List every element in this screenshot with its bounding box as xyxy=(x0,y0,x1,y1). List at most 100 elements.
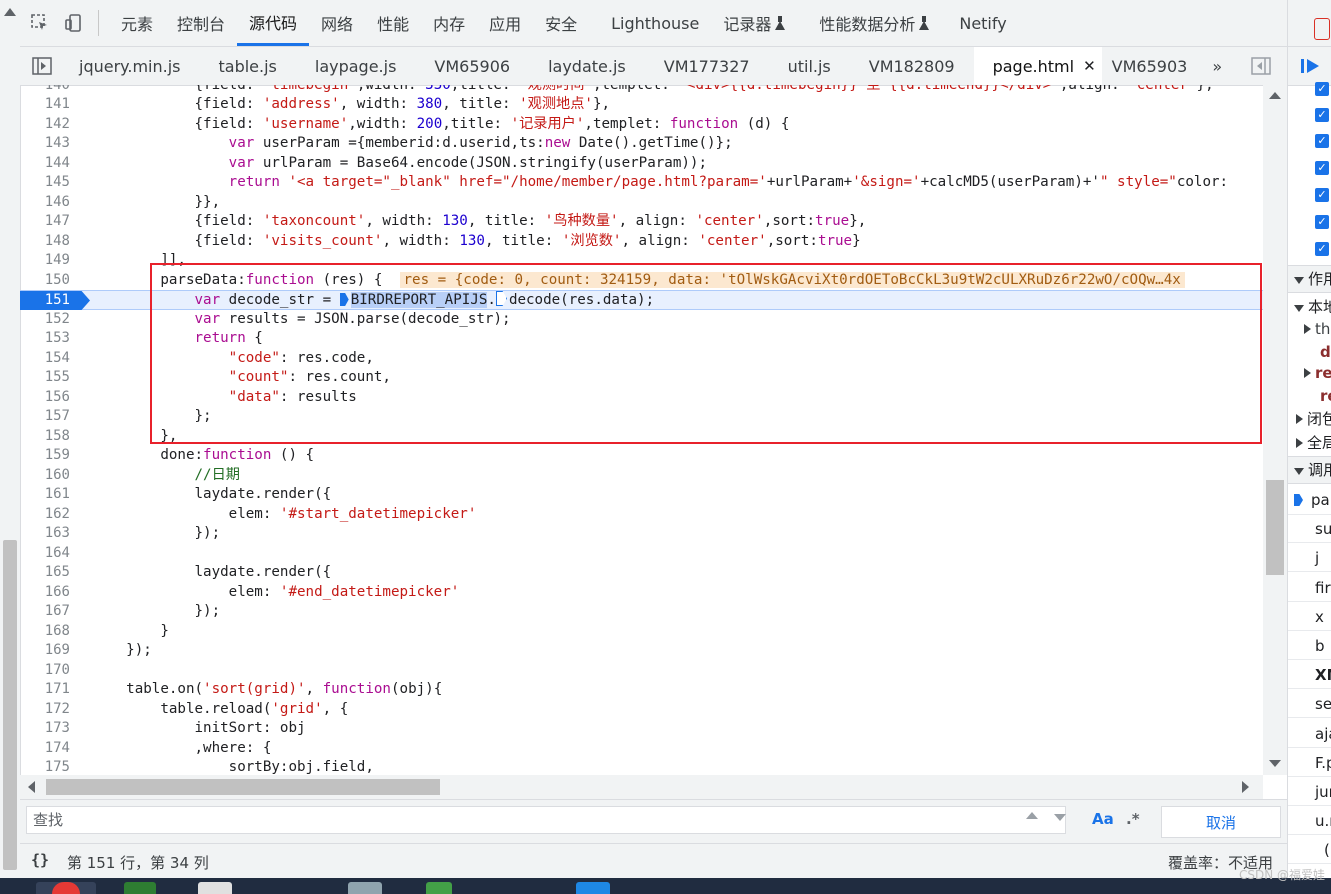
tab-security[interactable]: 安全 xyxy=(533,0,589,46)
callstack-section-header[interactable]: 调用堆栈 xyxy=(1288,456,1331,484)
taskbar-app-icon[interactable] xyxy=(426,882,452,894)
line-number[interactable]: 166 xyxy=(20,583,70,603)
code-line[interactable]: 162 elem: '#start_datetimepicker' xyxy=(20,505,1263,525)
scope-item-results[interactable]: results xyxy=(1320,387,1331,405)
taskbar-app-icon[interactable] xyxy=(124,882,156,894)
line-number[interactable]: 146 xyxy=(20,193,70,213)
scope-global[interactable]: 全局 xyxy=(1288,432,1331,453)
file-tab-vm177327[interactable]: VM177327 xyxy=(645,47,769,85)
code-line[interactable]: 141 {field: 'address', width: 380, title… xyxy=(20,95,1263,115)
tab-sources[interactable]: 源代码 xyxy=(237,0,310,46)
code-line[interactable]: 170 xyxy=(20,661,1263,681)
breakpoint-checkbox[interactable]: ✓ xyxy=(1315,242,1329,256)
tab-application[interactable]: 应用 xyxy=(477,0,533,46)
line-number[interactable]: 154 xyxy=(20,349,70,369)
code-line[interactable]: 169 }); xyxy=(20,641,1263,661)
line-number[interactable]: 141 xyxy=(20,95,70,115)
tab-recorder[interactable]: 记录器 xyxy=(711,0,797,46)
tab-memory[interactable]: 内存 xyxy=(421,0,477,46)
line-number[interactable]: 165 xyxy=(20,563,70,583)
code-line[interactable]: 167 }); xyxy=(20,602,1263,622)
line-number[interactable]: 162 xyxy=(20,505,70,525)
line-number[interactable]: 171 xyxy=(20,680,70,700)
code-line[interactable]: 163 }); xyxy=(20,524,1263,544)
call-stack-frame[interactable]: F.pullData xyxy=(1288,749,1331,777)
line-number[interactable]: 164 xyxy=(20,544,70,564)
line-number[interactable]: 142 xyxy=(20,115,70,135)
scroll-right-icon[interactable] xyxy=(1242,781,1249,793)
editor-horizontal-scrollbar[interactable] xyxy=(20,775,1263,799)
toggle-navigator-icon[interactable] xyxy=(28,52,56,80)
editor-vertical-scrollbar[interactable] xyxy=(1263,85,1287,775)
tab-performance[interactable]: 性能 xyxy=(365,0,421,46)
scroll-thumb[interactable] xyxy=(46,779,440,795)
line-number[interactable]: 157 xyxy=(20,407,70,427)
code-line[interactable]: 147 {field: 'taxoncount', width: 130, ti… xyxy=(20,212,1263,232)
code-line[interactable]: 160 //日期 xyxy=(20,466,1263,486)
scope-closure[interactable]: 闭包 xyxy=(1288,408,1331,429)
call-stack-frame[interactable]: ajax xyxy=(1288,720,1331,748)
call-stack-frame[interactable]: send xyxy=(1288,690,1331,719)
call-stack-frame[interactable]: XMLHttpRequest.send xyxy=(1288,661,1331,690)
code-line[interactable]: 140 {field: 'timebegin',width: 330,title… xyxy=(20,85,1263,95)
line-number[interactable]: 149 xyxy=(20,251,70,271)
call-stack-frame[interactable]: j xyxy=(1288,544,1331,573)
line-number[interactable]: 161 xyxy=(20,485,70,505)
breakpoint-checkbox[interactable]: ✓ xyxy=(1315,161,1329,175)
file-tab-vm65906[interactable]: VM65906 xyxy=(415,47,529,85)
line-number[interactable]: 167 xyxy=(20,602,70,622)
inspect-element-icon[interactable] xyxy=(26,9,54,37)
line-number[interactable]: 148 xyxy=(20,232,70,252)
tab-network[interactable]: 网络 xyxy=(309,0,365,46)
code-line[interactable]: 143 var userParam ={memberid:d.userid,ts… xyxy=(20,134,1263,154)
more-tabs-icon[interactable]: » xyxy=(1206,47,1241,85)
line-number[interactable]: 160 xyxy=(20,466,70,486)
line-number[interactable]: 172 xyxy=(20,700,70,720)
breakpoint-checkbox[interactable]: ✓ xyxy=(1315,108,1329,122)
breakpoint-checkbox[interactable]: ✓ xyxy=(1315,82,1329,96)
file-tab-laypage[interactable]: laypage.js xyxy=(296,47,416,85)
line-number[interactable]: 173 xyxy=(20,719,70,739)
code-line[interactable]: 148 {field: 'visits_count', width: 130, … xyxy=(20,232,1263,252)
breakpoint-checkbox[interactable]: ✓ xyxy=(1315,188,1329,202)
file-tab-jquery[interactable]: jquery.min.js xyxy=(60,47,199,85)
line-number[interactable]: 140 xyxy=(20,85,70,95)
file-tab-util[interactable]: util.js xyxy=(769,47,850,85)
file-tab-table[interactable]: table.js xyxy=(199,47,295,85)
line-number[interactable]: 156 xyxy=(20,388,70,408)
pretty-print-icon[interactable]: {} xyxy=(31,851,49,869)
scroll-down-icon[interactable] xyxy=(1269,760,1281,767)
line-number[interactable]: 153 xyxy=(20,329,70,349)
search-input[interactable] xyxy=(26,806,1066,834)
call-stack-frame[interactable]: fireWith xyxy=(1288,574,1331,602)
code-line[interactable]: 172 table.reload('grid', { xyxy=(20,700,1263,720)
call-stack-frame[interactable]: success xyxy=(1288,515,1331,544)
tab-lighthouse[interactable]: Lighthouse xyxy=(599,0,711,46)
match-case-toggle[interactable]: Aa xyxy=(1092,810,1114,828)
scope-item-res[interactable]: res xyxy=(1302,364,1331,382)
code-line[interactable]: 144 var urlParam = Base64.encode(JSON.st… xyxy=(20,154,1263,174)
line-number[interactable]: 155 xyxy=(20,368,70,388)
line-number[interactable]: 169 xyxy=(20,641,70,661)
taskbar-app-icon[interactable] xyxy=(576,882,610,894)
taskbar-app-icon[interactable] xyxy=(348,882,382,894)
resume-icon[interactable] xyxy=(1300,57,1322,75)
tab-performance-insights[interactable]: 性能数据分析 xyxy=(807,0,941,46)
code-line[interactable]: 171 table.on('sort(grid)', function(obj)… xyxy=(20,680,1263,700)
scroll-up-icon[interactable] xyxy=(1269,92,1281,99)
line-number[interactable]: 143 xyxy=(20,134,70,154)
close-devtools-icon[interactable] xyxy=(1314,18,1330,40)
file-tab-page-html[interactable]: page.html ✕ xyxy=(973,47,1102,85)
left-scrollbar[interactable] xyxy=(0,0,21,878)
line-number[interactable]: 168 xyxy=(20,622,70,642)
line-number[interactable]: 175 xyxy=(20,758,70,775)
line-number[interactable]: 152 xyxy=(20,310,70,330)
line-number[interactable]: 158 xyxy=(20,427,70,447)
call-stack-frame[interactable]: (匿名) xyxy=(1288,836,1331,865)
scope-local[interactable]: 本地 xyxy=(1288,296,1331,317)
line-number[interactable]: 147 xyxy=(20,212,70,232)
line-number[interactable]: 144 xyxy=(20,154,70,174)
cancel-button[interactable]: 取消 xyxy=(1161,806,1281,838)
code-line[interactable]: 165 laydate.render({ xyxy=(20,563,1263,583)
code-line[interactable]: 159 done:function () { xyxy=(20,446,1263,466)
